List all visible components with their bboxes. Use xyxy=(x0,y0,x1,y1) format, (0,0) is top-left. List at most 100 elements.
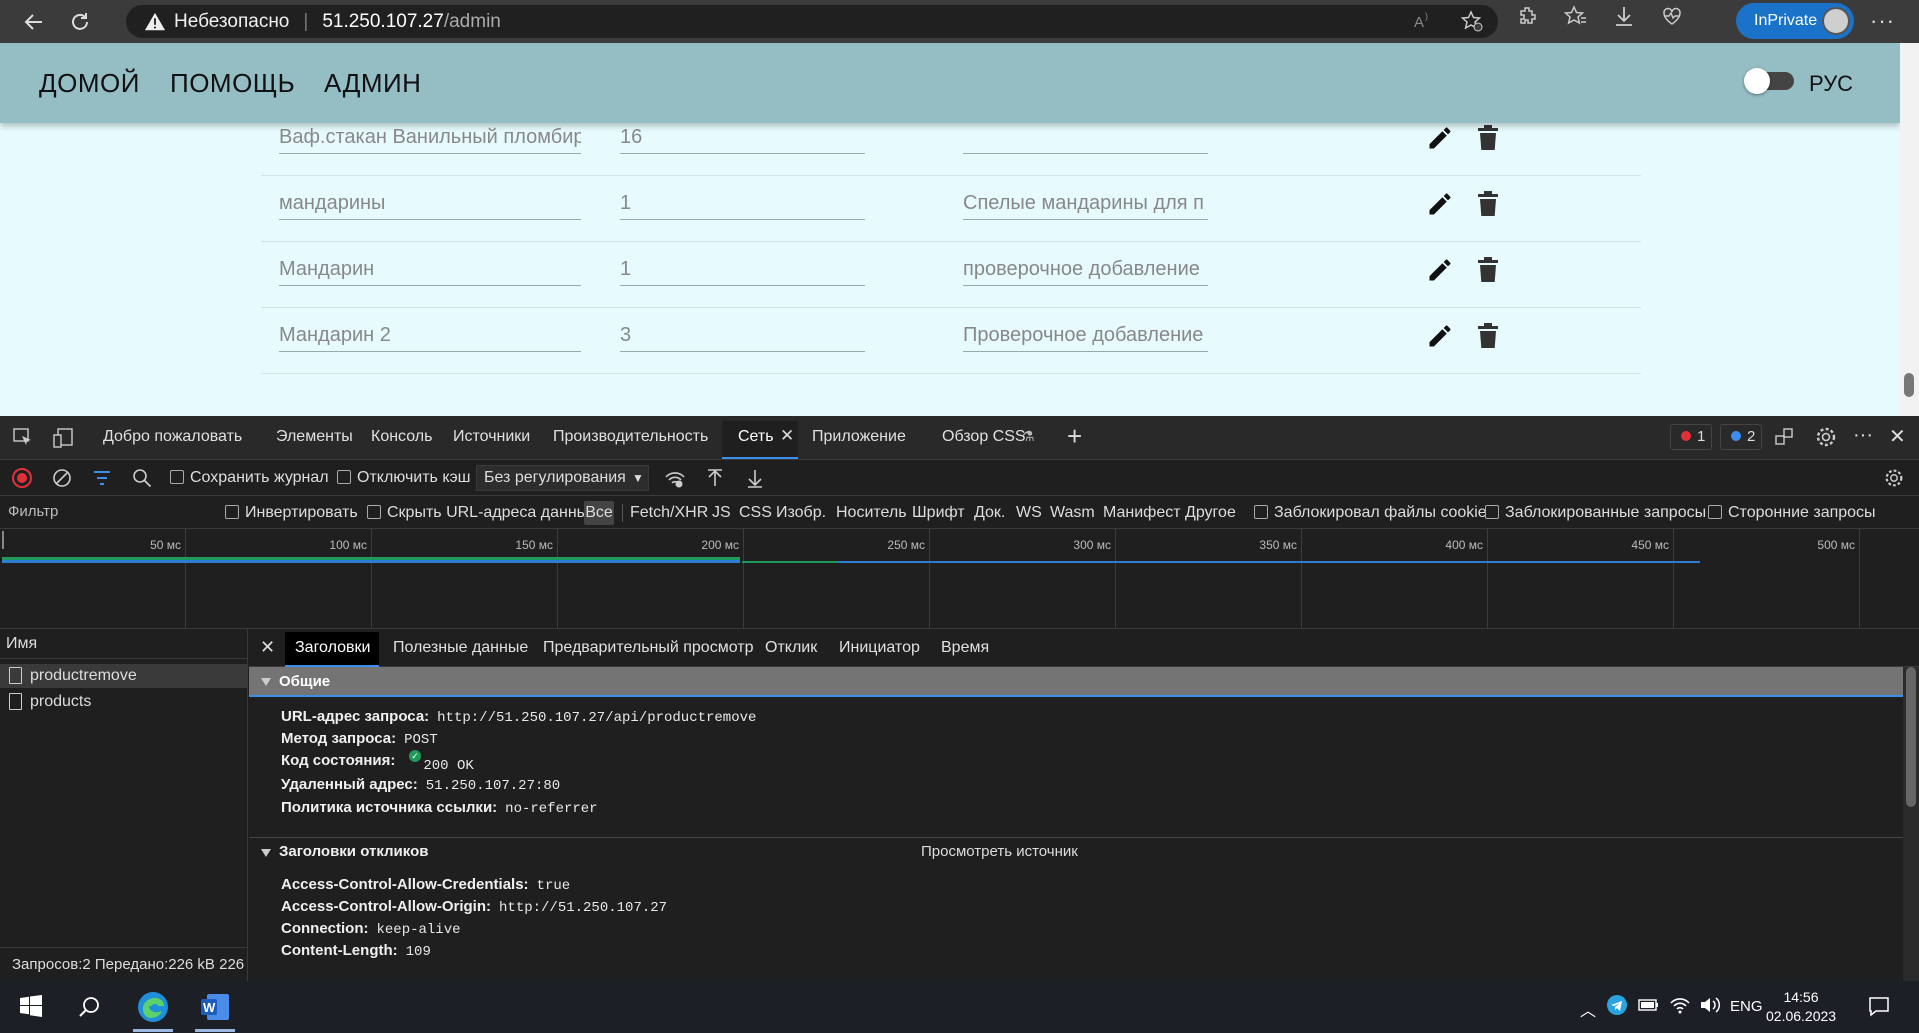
tab-preview[interactable]: Предварительный просмотр xyxy=(543,639,753,657)
third-party-checkbox[interactable]: Сторонние запросы xyxy=(1708,504,1876,522)
nav-home[interactable]: ДОМОЙ xyxy=(39,68,140,99)
invert-checkbox[interactable]: Инвертировать xyxy=(225,504,358,522)
input-language[interactable]: ENG xyxy=(1730,998,1763,1015)
product-desc-field[interactable]: Проверочное добавление xyxy=(963,318,1208,352)
inprivate-button[interactable]: InPrivate xyxy=(1736,3,1854,39)
product-name-field[interactable]: Мандарин 2 xyxy=(279,318,581,352)
notifications-icon[interactable] xyxy=(1868,995,1890,1022)
filter-type-wasm[interactable]: Wasm xyxy=(1050,504,1095,522)
preserve-log-checkbox[interactable]: Сохранить журнал xyxy=(170,469,329,487)
search-icon[interactable] xyxy=(132,468,152,493)
device-emulation-icon[interactable] xyxy=(52,427,74,454)
downloads-icon[interactable] xyxy=(1612,4,1636,28)
more-menu-icon[interactable]: ··· xyxy=(1870,8,1895,34)
edit-pencil-icon[interactable] xyxy=(1426,190,1454,218)
filter-type-fetch-xhr[interactable]: Fetch/XHR xyxy=(630,504,708,522)
product-qty-field[interactable]: 1 xyxy=(620,186,865,220)
product-name-field[interactable]: Ваф.стакан Ванильный пломбир xyxy=(279,120,581,154)
import-har-icon[interactable] xyxy=(705,468,725,493)
battery-icon[interactable] xyxy=(1638,997,1660,1018)
close-details-icon[interactable]: ✕ xyxy=(260,637,275,658)
tab-application[interactable]: Приложение xyxy=(812,428,906,446)
request-row-productremove[interactable]: productremove xyxy=(0,664,248,688)
telegram-icon[interactable] xyxy=(1607,995,1627,1020)
windows-start-icon[interactable] xyxy=(20,995,42,1022)
tab-sources[interactable]: Источники xyxy=(453,428,530,446)
tab-response[interactable]: Отклик xyxy=(765,639,817,657)
tab-timing[interactable]: Время xyxy=(941,639,989,657)
filter-type-media[interactable]: Носитель xyxy=(836,504,907,522)
product-qty-field[interactable]: 1 xyxy=(620,252,865,286)
throttling-select[interactable]: Без регулирования ▼ xyxy=(476,465,649,491)
language-toggle[interactable] xyxy=(1744,68,1794,94)
add-tab-icon[interactable]: + xyxy=(1067,421,1082,452)
delete-trash-icon[interactable] xyxy=(1476,124,1500,152)
search-icon[interactable] xyxy=(79,996,101,1023)
filter-type-ws[interactable]: WS xyxy=(1016,504,1042,522)
wifi-icon[interactable] xyxy=(1669,995,1691,1020)
more-options-icon[interactable]: ··· xyxy=(1853,424,1873,447)
settings-gear-icon[interactable] xyxy=(1814,425,1838,454)
record-stop-icon[interactable] xyxy=(12,468,32,493)
close-icon[interactable]: ✕ xyxy=(780,426,794,446)
tab-headers[interactable]: Заголовки xyxy=(285,632,379,667)
favorites-icon[interactable] xyxy=(1563,4,1588,28)
clear-icon[interactable] xyxy=(52,468,72,493)
back-button[interactable] xyxy=(14,4,54,40)
clock[interactable]: 14:56 02.06.2023 xyxy=(1766,988,1836,1026)
delete-trash-icon[interactable] xyxy=(1476,256,1500,284)
read-aloud-icon[interactable]: A) xyxy=(1412,9,1436,33)
view-source-link[interactable]: Просмотреть источник xyxy=(921,838,1078,866)
filter-icon[interactable] xyxy=(92,468,112,493)
filter-type-css[interactable]: CSS xyxy=(739,504,772,522)
edit-pencil-icon[interactable] xyxy=(1426,256,1454,284)
edit-pencil-icon[interactable] xyxy=(1426,322,1454,350)
error-count-badge[interactable]: 1 xyxy=(1670,424,1712,450)
filter-input[interactable]: Фильтр xyxy=(4,500,210,524)
filter-type-manifest[interactable]: Манифест xyxy=(1103,504,1181,522)
product-name-field[interactable]: мандарины xyxy=(279,186,581,220)
request-row-products[interactable]: products xyxy=(0,690,248,714)
nav-admin[interactable]: АДМИН xyxy=(324,68,421,99)
close-devtools-icon[interactable]: ✕ xyxy=(1889,424,1906,449)
tab-elements[interactable]: Элементы xyxy=(276,428,353,446)
nav-help[interactable]: ПОМОЩЬ xyxy=(170,68,295,99)
edit-pencil-icon[interactable] xyxy=(1426,124,1454,152)
tab-payload[interactable]: Полезные данные xyxy=(393,639,528,657)
blocked-cookies-checkbox[interactable]: Заблокировал файлы cookie xyxy=(1254,504,1487,522)
refresh-button[interactable] xyxy=(60,4,100,40)
filter-type-img[interactable]: Изобр. xyxy=(776,504,826,522)
product-qty-field[interactable]: 3 xyxy=(620,318,865,352)
delete-trash-icon[interactable] xyxy=(1476,322,1500,350)
network-overview-timeline[interactable]: 50 мс 100 мс 150 мс 200 мс 250 мс 300 мс… xyxy=(0,529,1919,629)
edge-browser-icon[interactable] xyxy=(137,991,169,1028)
details-scrollbar[interactable] xyxy=(1903,667,1919,981)
filter-type-js[interactable]: JS xyxy=(712,504,731,522)
address-bar[interactable]: Небезопасно | 51.250.107.27/admin A) xyxy=(126,5,1498,38)
name-column-header[interactable]: Имя xyxy=(0,629,248,659)
product-desc-field[interactable]: Спелые мандарины для п xyxy=(963,186,1208,220)
network-settings-gear-icon[interactable] xyxy=(1883,467,1905,494)
performance-icon[interactable] xyxy=(1660,4,1684,28)
add-favorite-icon[interactable] xyxy=(1460,9,1484,33)
filter-type-other[interactable]: Другое xyxy=(1185,504,1236,522)
tab-welcome[interactable]: Добро пожаловать xyxy=(103,428,242,446)
filter-type-doc[interactable]: Док. xyxy=(974,504,1005,522)
tab-console[interactable]: Консоль xyxy=(371,428,432,446)
filter-type-font[interactable]: Шрифт xyxy=(912,504,965,522)
response-headers-section-header[interactable]: Заголовки откликов Просмотреть источник xyxy=(249,837,1903,867)
extensions-icon[interactable] xyxy=(1516,4,1540,28)
hide-data-urls-checkbox[interactable]: Скрыть URL-адреса данных xyxy=(367,504,596,522)
product-desc-field[interactable] xyxy=(963,120,1208,154)
tab-css-overview[interactable]: Обзор CSS xyxy=(942,428,1026,446)
word-app-icon[interactable]: W xyxy=(199,991,231,1028)
volume-icon[interactable] xyxy=(1699,995,1721,1020)
info-count-badge[interactable]: 2 xyxy=(1720,424,1762,450)
product-qty-field[interactable]: 16 xyxy=(620,120,865,154)
page-scrollbar[interactable] xyxy=(1900,43,1919,416)
blocked-requests-checkbox[interactable]: Заблокированные запросы xyxy=(1485,504,1706,522)
tab-network[interactable]: Сеть ✕ xyxy=(722,421,798,459)
delete-trash-icon[interactable] xyxy=(1476,190,1500,218)
tab-performance[interactable]: Производительность xyxy=(553,428,708,446)
disable-cache-checkbox[interactable]: Отключить кэш xyxy=(337,469,471,487)
